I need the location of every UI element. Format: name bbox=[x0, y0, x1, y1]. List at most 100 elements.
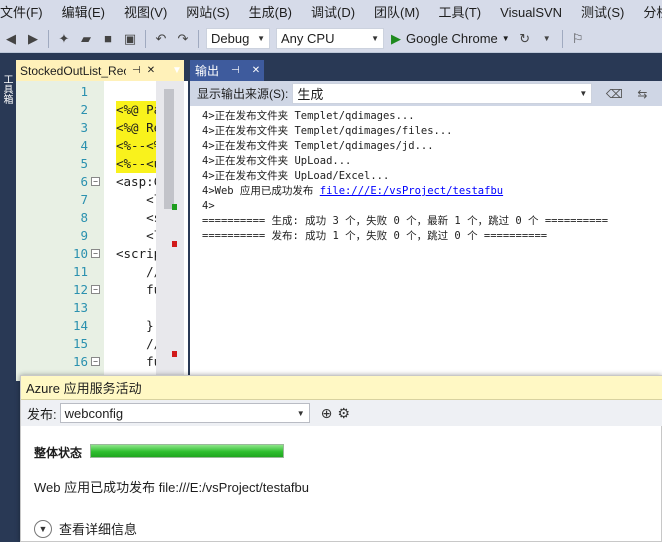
output-line-text: 4>Web 应用已成功发布 bbox=[202, 185, 320, 197]
output-panel: 显示输出来源(S): 生成 ▼ ⌫ ⇆ 4>正在发布文件夹 Templet/qdi… bbox=[190, 81, 662, 381]
toolbox-strip[interactable]: 工具箱 bbox=[0, 60, 12, 542]
line-number: 12 bbox=[72, 282, 88, 297]
output-line: 4>正在发布文件夹 Templet/qdimages/jd... bbox=[202, 139, 657, 154]
line-number: 14 bbox=[72, 318, 88, 333]
chevron-down-icon[interactable]: ▼ bbox=[538, 30, 556, 48]
output-source-value: 生成 bbox=[297, 87, 324, 102]
output-line: 4>正在发布文件夹 UpLoad... bbox=[202, 154, 657, 169]
menu-item[interactable]: 工具(T) bbox=[430, 0, 492, 25]
view-details-button[interactable]: ▼ 查看详细信息 bbox=[34, 519, 137, 538]
menu-item[interactable]: 测试(S) bbox=[572, 0, 634, 25]
platform-value: Any CPU bbox=[281, 31, 335, 46]
solution-config-select[interactable]: Debug ▼ bbox=[206, 28, 270, 49]
output-line-text: 4> bbox=[202, 200, 215, 212]
output-line-text: ========== 生成: 成功 3 个，失败 0 个，最新 1 个，跳过 0… bbox=[202, 215, 609, 227]
menu-item[interactable]: 网站(S) bbox=[177, 0, 239, 25]
line-number: 16 bbox=[72, 354, 88, 369]
output-line-text: 4>正在发布文件夹 Templet/qdimages... bbox=[202, 110, 415, 122]
forward-icon[interactable]: ▶ bbox=[24, 30, 42, 48]
solution-config-value: Debug bbox=[211, 31, 250, 46]
output-line: 4>Web 应用已成功发布 file:///E:/vsProject/testa… bbox=[202, 184, 657, 199]
toolbar-separator bbox=[198, 29, 199, 48]
code-text: } bbox=[116, 318, 154, 333]
line-number: 13 bbox=[72, 300, 88, 315]
clear-all-icon[interactable]: ⌫ bbox=[605, 85, 623, 103]
editor-tab-label: StockedOutList_Rec bbox=[20, 63, 126, 78]
menu-item[interactable]: VisualSVN bbox=[491, 0, 572, 25]
menu-item[interactable]: 视图(V) bbox=[115, 0, 177, 25]
browser-link-icon[interactable]: ⚐ bbox=[569, 30, 587, 48]
pin-icon[interactable]: ⊣ bbox=[132, 65, 141, 76]
redo-icon[interactable]: ↷ bbox=[174, 30, 192, 48]
output-line-text: 4>正在发布文件夹 UpLoad... bbox=[202, 155, 352, 167]
overall-progress-bar bbox=[90, 444, 284, 458]
editor-scrollbar[interactable] bbox=[156, 81, 184, 381]
line-number: 6 bbox=[80, 174, 88, 189]
fold-toggle-icon[interactable]: − bbox=[91, 357, 100, 366]
line-number: 11 bbox=[72, 264, 88, 279]
output-line-text: ========== 发布: 成功 1 个，失败 0 个，跳过 0 个 ====… bbox=[202, 230, 548, 242]
close-icon[interactable]: ✕ bbox=[252, 65, 260, 76]
output-header: 显示输出来源(S): 生成 ▼ ⌫ ⇆ bbox=[190, 81, 662, 106]
globe-settings-icon[interactable]: ⊕ bbox=[321, 405, 333, 422]
error-marker bbox=[172, 241, 177, 247]
browser-label: Google Chrome bbox=[406, 31, 498, 46]
fold-toggle-icon[interactable]: − bbox=[91, 177, 100, 186]
word-wrap-icon[interactable]: ⇆ bbox=[633, 85, 651, 103]
save-icon[interactable]: ■ bbox=[99, 30, 117, 48]
toolbar: ◀ ▶ ✦ ▰ ■ ▣ ↶ ↷ Debug ▼ Any CPU ▼ ▶ Google… bbox=[0, 25, 662, 53]
tab-overflow-icon[interactable]: ▼ bbox=[170, 62, 184, 78]
menu-item[interactable]: 调试(D) bbox=[302, 0, 365, 25]
tab-output[interactable]: 输出 ⊣ ✕ bbox=[190, 60, 264, 81]
play-icon: ▶ bbox=[391, 30, 401, 46]
line-number: 2 bbox=[80, 102, 88, 117]
pin-icon[interactable]: ⊣ bbox=[231, 65, 240, 76]
refresh-icon[interactable]: ↻ bbox=[516, 30, 534, 48]
chevron-down-icon: ▼ bbox=[371, 34, 379, 43]
save-all-icon[interactable]: ▣ bbox=[121, 30, 139, 48]
menu-item[interactable]: 编辑(E) bbox=[53, 0, 115, 25]
fold-toggle-icon[interactable]: − bbox=[91, 249, 100, 258]
output-line: 4> bbox=[202, 199, 657, 214]
back-icon[interactable]: ◀ bbox=[2, 30, 20, 48]
editor-margin bbox=[16, 81, 34, 381]
output-source-select[interactable]: 生成 ▼ bbox=[292, 83, 593, 104]
chevron-down-icon: ▼ bbox=[579, 89, 588, 98]
line-number: 3 bbox=[80, 120, 88, 135]
line-number: 7 bbox=[80, 192, 88, 207]
menu-item[interactable]: 生成(B) bbox=[240, 0, 302, 25]
menu-item[interactable]: 文件(F) bbox=[0, 0, 53, 25]
toolbar-separator bbox=[48, 29, 49, 48]
output-line-text: 4>正在发布文件夹 Templet/qdimages/files... bbox=[202, 125, 453, 137]
azure-activity-panel: Azure 应用服务活动 发布: webconfig ▼ ⊕ ⚙ 整体状态 Web… bbox=[20, 375, 662, 542]
start-debug-button[interactable]: ▶ Google Chrome ▼ bbox=[391, 31, 510, 47]
gear-icon[interactable]: ⚙ bbox=[337, 405, 350, 422]
line-number: 5 bbox=[80, 156, 88, 171]
menu-item[interactable]: 团队(M) bbox=[365, 0, 430, 25]
open-folder-icon[interactable]: ▰ bbox=[77, 30, 95, 48]
output-line-text: 4>正在发布文件夹 Templet/qdimages/jd... bbox=[202, 140, 434, 152]
toolbox-label: 工具箱 bbox=[1, 74, 12, 104]
platform-select[interactable]: Any CPU ▼ bbox=[276, 28, 384, 49]
azure-publish-bar: 发布: webconfig ▼ ⊕ ⚙ bbox=[21, 400, 662, 426]
output-text[interactable]: 4>正在发布文件夹 Templet/qdimages... 4>正在发布文件夹 T… bbox=[202, 109, 657, 244]
publish-label: 发布: bbox=[27, 406, 57, 422]
tab-editor-file[interactable]: StockedOutList_Rec ⊣ ✕ bbox=[16, 60, 184, 81]
output-line-text: 4>正在发布文件夹 UpLoad/Excel... bbox=[202, 170, 390, 182]
scrollbar-thumb[interactable] bbox=[164, 89, 174, 209]
view-details-label: 查看详细信息 bbox=[59, 522, 138, 537]
new-project-icon[interactable]: ✦ bbox=[55, 30, 73, 48]
close-icon[interactable]: ✕ bbox=[147, 65, 155, 76]
line-number: 9 bbox=[80, 228, 88, 243]
output-link[interactable]: file:///E:/vsProject/testafbu bbox=[320, 185, 503, 197]
undo-icon[interactable]: ↶ bbox=[152, 30, 170, 48]
fold-toggle-icon[interactable]: − bbox=[91, 285, 100, 294]
publish-profile-select[interactable]: webconfig ▼ bbox=[59, 403, 310, 423]
publish-profile-value: webconfig bbox=[64, 405, 124, 421]
output-source-label: 显示输出来源(S): bbox=[197, 87, 289, 101]
chevron-down-icon: ▼ bbox=[257, 34, 265, 43]
overall-status-label: 整体状态 bbox=[34, 446, 83, 460]
output-line: 4>正在发布文件夹 Templet/qdimages/files... bbox=[202, 124, 657, 139]
menu-item[interactable]: 分析(N) bbox=[634, 0, 662, 25]
azure-panel-title: Azure 应用服务活动 bbox=[21, 376, 662, 400]
